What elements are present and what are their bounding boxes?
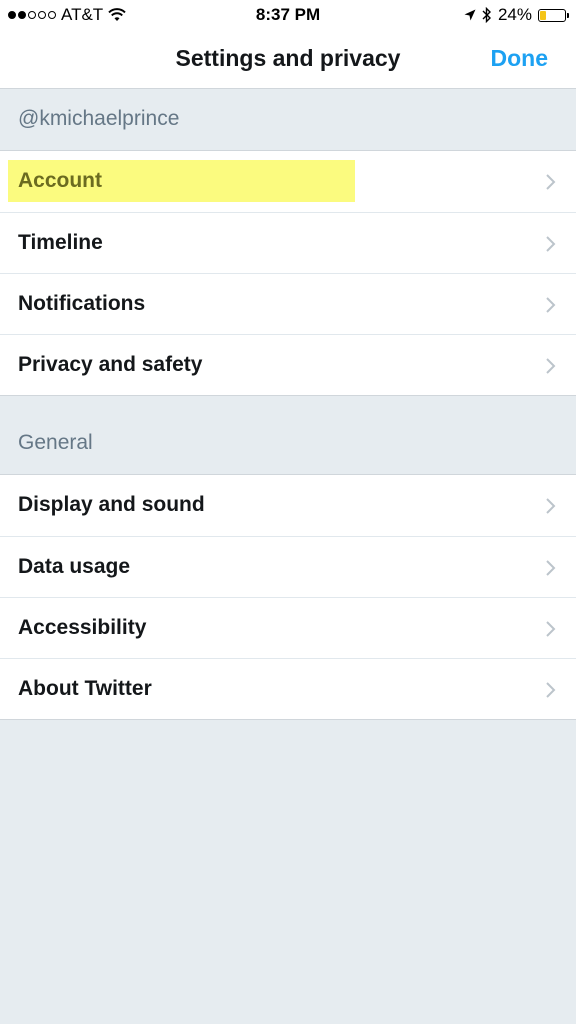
settings-row-timeline[interactable]: Timeline: [0, 212, 576, 273]
chevron-right-icon: [546, 621, 556, 637]
row-label: Privacy and safety: [18, 353, 203, 376]
battery-percentage: 24%: [497, 5, 532, 24]
settings-row-data-usage[interactable]: Data usage: [0, 536, 576, 597]
chevron-right-icon: [546, 236, 556, 252]
row-label: Notifications: [18, 292, 146, 315]
row-label: Data usage: [18, 555, 131, 578]
username-label: @kmichaelprince: [18, 107, 180, 130]
settings-row-accessibility[interactable]: Accessibility: [0, 597, 576, 658]
chevron-right-icon: [546, 297, 556, 313]
chevron-right-icon: [546, 682, 556, 698]
chevron-right-icon: [546, 498, 556, 514]
settings-row-notifications[interactable]: Notifications: [0, 273, 576, 334]
battery-level: [540, 10, 546, 20]
row-label: About Twitter: [18, 677, 152, 700]
battery-icon: [538, 8, 569, 22]
row-label: Account: [18, 169, 102, 192]
settings-row-account[interactable]: Account: [0, 151, 576, 212]
row-label: Timeline: [18, 231, 103, 254]
general-label: General: [18, 431, 93, 454]
status-right: 24%: [464, 5, 569, 25]
account-settings-list: Account Timeline Notifications Privacy a…: [0, 150, 576, 396]
settings-row-privacy-and-safety[interactable]: Privacy and safety: [0, 334, 576, 395]
row-label: Display and sound: [18, 493, 205, 516]
chevron-right-icon: [546, 358, 556, 374]
general-settings-list: Display and sound Data usage Accessibili…: [0, 474, 576, 720]
section-header-general: General: [0, 413, 576, 474]
status-bar: AT&T 8:37 PM 24%: [0, 0, 576, 32]
row-label: Accessibility: [18, 616, 147, 639]
done-button[interactable]: Done: [491, 45, 549, 72]
settings-row-about-twitter[interactable]: About Twitter: [0, 658, 576, 719]
section-header-username: @kmichaelprince: [0, 89, 576, 150]
bluetooth-icon: [482, 7, 491, 23]
chevron-right-icon: [546, 560, 556, 576]
location-arrow-icon: [464, 9, 476, 21]
chevron-right-icon: [546, 174, 556, 190]
navigation-bar: Settings and privacy Done: [0, 32, 576, 89]
settings-row-display-and-sound[interactable]: Display and sound: [0, 475, 576, 536]
